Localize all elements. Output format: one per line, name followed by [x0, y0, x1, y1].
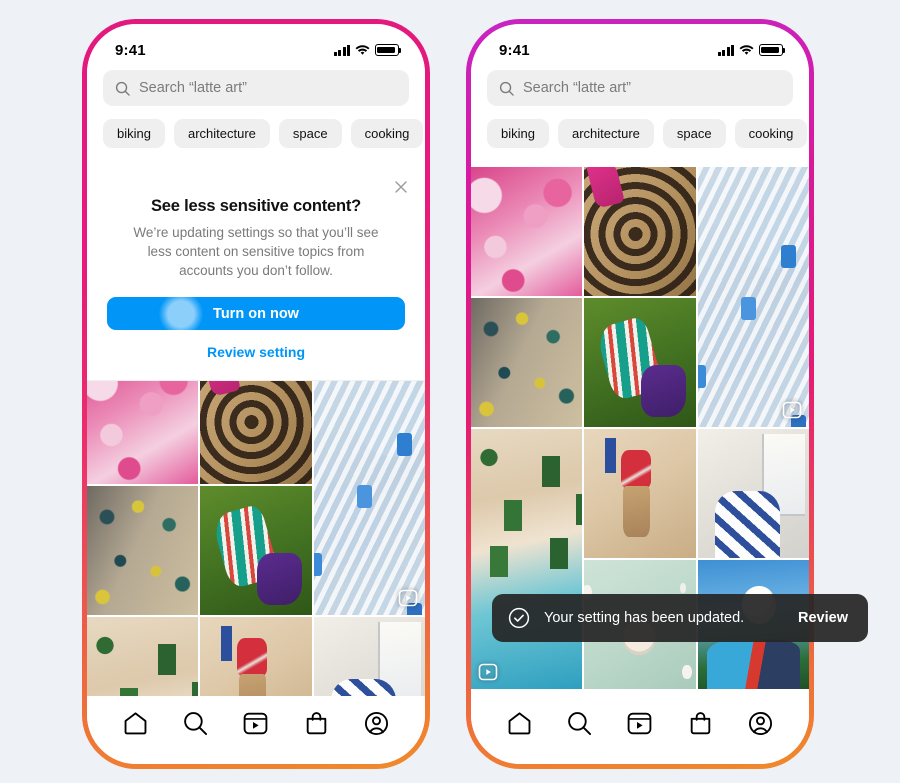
topic-chip-row[interactable]: biking architecture space cooking fashio…	[87, 106, 425, 160]
topic-chip-biking[interactable]: biking	[487, 119, 549, 148]
explore-grid	[87, 355, 425, 696]
home-icon[interactable]	[506, 710, 533, 737]
profile-icon[interactable]	[363, 710, 390, 737]
topic-chip-architecture[interactable]: architecture	[173, 119, 270, 148]
wifi-icon	[739, 44, 754, 56]
grid-tile-aerial-beach-palms[interactable]	[471, 429, 583, 689]
phone-screen-left: 9:41 Search “latte art” biking architect…	[87, 24, 425, 764]
status-icon-group	[717, 44, 786, 56]
tap-ripple-indicator	[159, 291, 203, 336]
grid-tile-person-dancing[interactable]	[584, 429, 696, 558]
dialog-title: See less sensitive content?	[150, 197, 362, 215]
search-icon[interactable]	[182, 710, 209, 737]
setting-updated-toast: Your setting has been updated. Review	[492, 594, 868, 642]
cellular-bars-icon	[717, 44, 734, 56]
grid-tile-climbing-wall-holds[interactable]	[471, 298, 583, 427]
reels-icon	[478, 662, 498, 682]
device-notch	[579, 24, 701, 39]
grid-tile-pink-tea-party[interactable]	[471, 167, 583, 296]
grid-tile-person-lying-on-grass[interactable]	[584, 298, 696, 427]
topic-chip-biking[interactable]: biking	[103, 119, 165, 148]
battery-icon	[759, 44, 786, 56]
device-notch	[195, 24, 317, 39]
search-placeholder: Search “latte art”	[139, 80, 247, 96]
grid-tile-circular-shadow-pattern[interactable]	[584, 167, 696, 296]
search-icon	[115, 81, 130, 96]
turn-on-now-button[interactable]: Turn on now	[107, 291, 405, 336]
search-placeholder: Search “latte art”	[523, 80, 631, 96]
turn-on-now-label: Turn on now	[213, 305, 299, 322]
status-clock: 9:41	[115, 41, 146, 59]
topic-chip-space[interactable]: space	[278, 119, 342, 148]
grid-tile-woman-by-window[interactable]	[313, 617, 425, 696]
status-clock: 9:41	[499, 41, 530, 59]
check-circle-icon	[508, 607, 530, 629]
grid-tile-water-bottles[interactable]	[697, 167, 809, 427]
shop-icon[interactable]	[687, 710, 714, 737]
wifi-icon	[355, 44, 370, 56]
topic-chip-architecture[interactable]: architecture	[557, 119, 654, 148]
search-input[interactable]: Search “latte art”	[487, 70, 793, 106]
reels-icon[interactable]	[242, 710, 269, 737]
status-icon-group	[333, 44, 402, 56]
bottom-nav-bar-left	[87, 696, 425, 764]
dialog-body-text: We’re updating settings so that you’ll s…	[133, 225, 379, 279]
profile-icon[interactable]	[747, 710, 774, 737]
cellular-bars-icon	[333, 44, 350, 56]
grid-tile-aerial-beach-palms[interactable]	[87, 617, 199, 696]
topic-chip-space[interactable]: space	[662, 119, 726, 148]
reels-icon	[398, 588, 418, 608]
search-icon[interactable]	[566, 710, 593, 737]
grid-tile-person-dancing[interactable]	[200, 617, 312, 696]
grid-tile-woman-by-window[interactable]	[697, 429, 809, 558]
phone-mockup-right: 9:41 Search “latte art” biking architect…	[466, 19, 814, 769]
topic-chip-cooking[interactable]: cooking	[350, 119, 424, 148]
topic-chip-row[interactable]: biking architecture space cooking fashio…	[471, 106, 809, 160]
phone-mockup-left: 9:41 Search “latte art” biking architect…	[82, 19, 430, 769]
battery-icon	[375, 44, 402, 56]
search-area: Search “latte art”	[471, 68, 809, 106]
phone-screen-right: 9:41 Search “latte art” biking architect…	[471, 24, 809, 764]
reels-icon[interactable]	[626, 710, 653, 737]
toast-message: Your setting has been updated.	[544, 610, 745, 626]
close-icon[interactable]	[393, 179, 409, 195]
topic-chip-cooking[interactable]: cooking	[734, 119, 808, 148]
grid-tile-person-lying-on-grass[interactable]	[200, 486, 312, 615]
screenshot-canvas: 9:41 Search “latte art” biking architect…	[0, 0, 900, 783]
search-input[interactable]: Search “latte art”	[103, 70, 409, 106]
grid-tile-water-bottles[interactable]	[313, 355, 425, 615]
home-icon[interactable]	[122, 710, 149, 737]
reels-icon	[782, 400, 802, 420]
toast-review-button[interactable]: Review	[798, 610, 848, 626]
search-icon	[499, 81, 514, 96]
sensitive-content-dialog: See less sensitive content? We’re updati…	[87, 167, 425, 382]
bottom-nav-bar-right	[471, 696, 809, 764]
review-setting-link[interactable]: Review setting	[107, 344, 405, 360]
search-area: Search “latte art”	[87, 68, 425, 106]
shop-icon[interactable]	[303, 710, 330, 737]
grid-tile-climbing-wall-holds[interactable]	[87, 486, 199, 615]
